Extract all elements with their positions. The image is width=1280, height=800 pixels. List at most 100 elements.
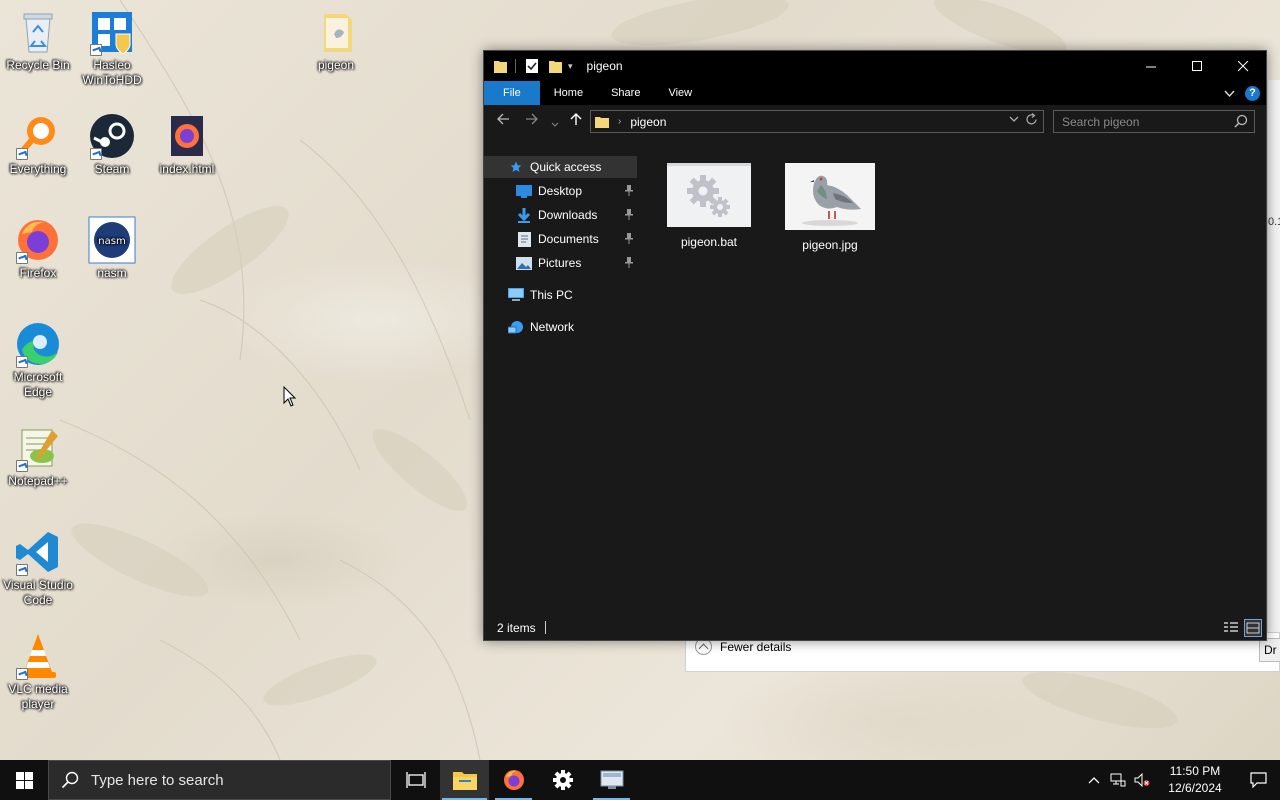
back-arrow-icon[interactable] xyxy=(496,112,510,129)
notifications-button[interactable] xyxy=(1236,760,1280,800)
breadcrumb-chevron-icon[interactable]: › xyxy=(618,116,621,127)
taskbar-search-placeholder: Type here to search xyxy=(91,771,224,789)
taskbar-settings[interactable] xyxy=(538,760,587,800)
desktop-icon-pigeon-folder[interactable]: pigeon xyxy=(298,8,374,73)
task-view-button[interactable] xyxy=(391,760,440,800)
nav-desktop[interactable]: Desktop xyxy=(484,180,637,202)
up-arrow-icon[interactable] xyxy=(569,112,583,129)
close-icon xyxy=(1237,60,1248,71)
properties-icon[interactable] xyxy=(526,59,539,73)
tab-view[interactable]: View xyxy=(654,81,706,105)
help-button[interactable]: ? xyxy=(1245,86,1260,101)
shortcut-arrow-icon xyxy=(16,460,28,472)
clock[interactable]: 11:50 PM 12/6/2024 xyxy=(1162,763,1228,797)
nav-network[interactable]: Network xyxy=(484,316,637,338)
desktop-icon-nasm[interactable]: nasm nasm xyxy=(74,216,150,281)
taskbar-firefox[interactable] xyxy=(489,760,538,800)
pin-icon[interactable] xyxy=(625,257,633,268)
desktop-icon xyxy=(516,183,532,199)
shortcut-arrow-icon xyxy=(90,44,102,56)
taskbar-search-box[interactable]: Type here to search xyxy=(48,760,391,800)
tab-share[interactable]: Share xyxy=(597,81,654,105)
volume-muted-icon[interactable] xyxy=(1130,760,1154,800)
show-hidden-icons-chevron-icon[interactable] xyxy=(1082,760,1106,800)
large-icons-view-button[interactable] xyxy=(1244,619,1262,637)
expand-ribbon-chevron-icon[interactable] xyxy=(1224,90,1235,98)
desktop-icon-notepad-plus-plus[interactable]: Notepad++ xyxy=(0,424,76,489)
file-item-bat[interactable]: pigeon.bat xyxy=(656,163,762,249)
nav-this-pc[interactable]: This PC xyxy=(484,284,637,306)
shortcut-arrow-icon xyxy=(16,668,28,680)
background-window-edge: 0.1 xyxy=(1267,80,1280,632)
details-view-icon[interactable] xyxy=(1223,620,1239,636)
divider xyxy=(545,621,546,634)
start-button[interactable] xyxy=(0,760,48,800)
file-list[interactable]: pigeon.bat pigeon.jpg xyxy=(639,151,1266,616)
dialog-button[interactable]: Dr xyxy=(1259,638,1280,662)
taskbar-file-explorer[interactable] xyxy=(440,760,489,800)
steam-icon xyxy=(88,112,136,160)
download-arrow-icon xyxy=(516,207,532,223)
address-bar[interactable]: › pigeon xyxy=(590,110,1044,133)
minimize-button[interactable] xyxy=(1128,51,1174,81)
desktop-icon-vlc[interactable]: VLC media player xyxy=(0,632,76,712)
firefox-icon xyxy=(14,216,62,264)
file-explorer-icon xyxy=(452,772,477,790)
task-view-icon xyxy=(405,772,426,788)
search-icon xyxy=(61,771,79,789)
file-explorer-window[interactable]: ▾ pigeon File Home Share View ? › pigeon… xyxy=(483,50,1267,641)
search-box[interactable] xyxy=(1053,110,1255,133)
shortcut-arrow-icon xyxy=(16,356,28,368)
nav-quick-access[interactable]: Quick access xyxy=(484,156,637,178)
pigeon-photo xyxy=(785,163,875,230)
pin-icon[interactable] xyxy=(625,209,633,220)
fewer-details-link[interactable]: Fewer details xyxy=(720,640,791,654)
desktop-icon-recycle-bin[interactable]: Recycle Bin xyxy=(0,8,76,73)
documents-icon xyxy=(516,231,532,247)
recycle-bin-icon xyxy=(14,8,62,56)
desktop-icon-hasleo[interactable]: Hasleo WinToHDD xyxy=(74,8,150,88)
desktop-icon-firefox[interactable]: Firefox xyxy=(0,216,76,281)
close-button[interactable] xyxy=(1220,51,1266,81)
desktop-icon-index-html[interactable]: index.html xyxy=(149,112,225,177)
tab-file[interactable]: File xyxy=(484,81,540,105)
desktop-icon-steam[interactable]: Steam xyxy=(74,112,150,177)
large-icons-view-icon xyxy=(1246,622,1260,634)
address-dropdown-chevron-icon[interactable] xyxy=(1009,114,1019,126)
pictures-icon xyxy=(516,255,532,271)
network-status-icon[interactable] xyxy=(1106,760,1130,800)
new-folder-icon[interactable] xyxy=(549,59,562,73)
desktop-icon-vscode[interactable]: Visual Studio Code xyxy=(0,528,76,608)
folder-icon xyxy=(494,61,507,73)
tab-home[interactable]: Home xyxy=(540,81,597,105)
shortcut-arrow-icon xyxy=(16,252,28,264)
firefox-icon xyxy=(503,770,524,790)
search-input[interactable] xyxy=(1054,114,1224,129)
window-title: pigeon xyxy=(586,59,623,73)
item-count: 2 items xyxy=(497,621,536,635)
recent-locations-chevron-icon[interactable] xyxy=(551,115,559,131)
vscode-icon xyxy=(14,528,62,576)
forward-arrow-icon[interactable] xyxy=(525,112,539,129)
search-icon[interactable] xyxy=(1234,114,1248,131)
nav-documents[interactable]: Documents xyxy=(484,228,637,250)
maximize-button[interactable] xyxy=(1174,51,1220,81)
taskbar-remote-app[interactable] xyxy=(587,760,636,800)
customize-qat-chevron-icon[interactable]: ▾ xyxy=(568,61,573,72)
everything-magnifier-icon xyxy=(14,112,62,160)
breadcrumb-pigeon[interactable]: pigeon xyxy=(630,115,666,129)
pin-icon[interactable] xyxy=(625,185,633,196)
nav-downloads[interactable]: Downloads xyxy=(484,204,637,226)
pin-icon[interactable] xyxy=(625,233,633,244)
desktop-icon-microsoft-edge[interactable]: Microsoft Edge xyxy=(0,320,76,400)
windows-logo-icon xyxy=(15,771,33,789)
file-item-jpg[interactable]: pigeon.jpg xyxy=(777,163,883,252)
vlc-cone-icon xyxy=(14,632,62,680)
nav-pictures[interactable]: Pictures xyxy=(484,252,637,274)
folder-icon xyxy=(312,8,360,56)
desktop-icon-everything[interactable]: Everything xyxy=(0,112,76,177)
gear-icon xyxy=(552,770,573,790)
taskbar: Type here to search 11:50 PM 12/6/2024 xyxy=(0,760,1280,800)
refresh-icon[interactable] xyxy=(1026,113,1038,129)
title-bar[interactable]: ▾ pigeon xyxy=(484,51,1266,81)
